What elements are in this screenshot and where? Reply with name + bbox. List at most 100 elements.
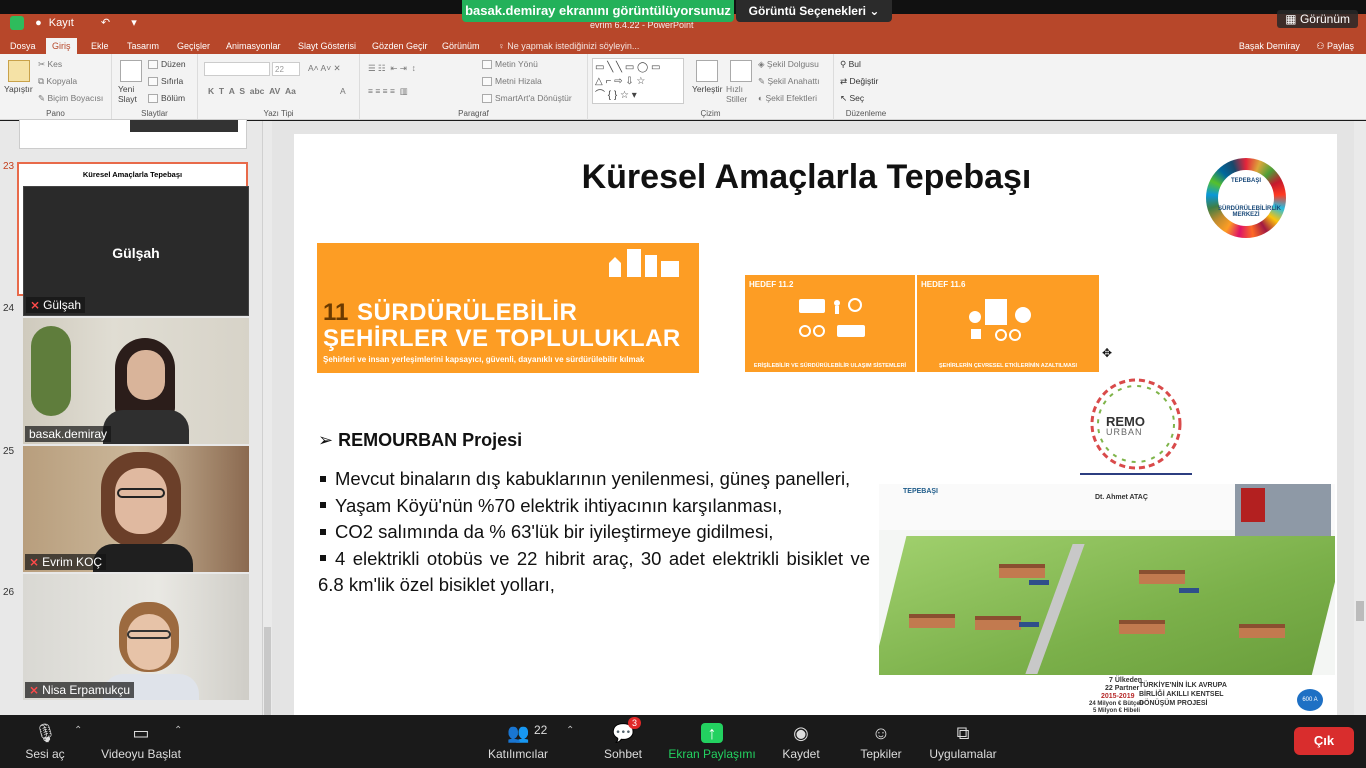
new-slide-button[interactable]: Yeni Slayt [118,84,148,104]
align-text-button[interactable]: Metni Hizala [482,76,542,87]
record-button[interactable]: ◉ Kaydet [778,715,824,768]
editor-scrollbar[interactable] [1354,121,1366,715]
video-tile[interactable]: basak.demiray [23,318,249,444]
thumbnail-slide-22[interactable] [19,119,247,149]
save-icon[interactable]: ● [35,17,42,29]
reactions-button[interactable]: ☺ Tepkiler [856,715,906,768]
video-tile[interactable]: Gülşah ⨯ Gülşah [23,186,249,316]
quick-access-label: Kayıt [48,17,74,29]
scrollbar-thumb[interactable] [1356,601,1364,621]
section-button[interactable]: Bölüm [148,93,185,104]
audio-options-caret[interactable]: ⌃ [74,725,82,736]
thumbnail-image [130,120,238,132]
slide-title[interactable]: Küresel Amaçlarla Tepebaşı [294,158,1319,197]
tab-home[interactable]: Giriş [46,38,77,54]
unmute-label: Sesi aç [25,747,65,761]
chat-button[interactable]: 💬 3 Sohbet [600,715,646,768]
sdg-number: 11 [323,299,349,326]
font-color-icon[interactable]: A [340,86,346,96]
video-tile[interactable]: ⨯ Nisa Erpamukçu [23,574,249,700]
list-icons[interactable]: ☰ ☷ ⇤ ⇥ ↕ [368,63,416,74]
shape-effects-button[interactable]: ◐ Şekil Efektleri [758,93,817,103]
apps-button[interactable]: ⧉ Uygulamalar [926,715,1000,768]
thumbnail-title: Küresel Amaçlarla Tepebaşı [82,170,183,179]
tab-review[interactable]: Gözden Geçir [366,40,434,52]
solar-panel [1179,588,1199,593]
slide-canvas[interactable]: Küresel Amaçlarla Tepebaşı TEPEBAŞI SÜRD… [294,134,1337,715]
bullet-list[interactable]: Mevcut binaların dış kabuklarının yenile… [318,466,870,599]
new-slide-icon[interactable] [120,60,142,82]
font-style-buttons[interactable]: K T A S abc AV Aa [208,86,296,96]
arrange-icon[interactable] [696,60,718,82]
cut-button[interactable]: ✂ Kes [38,59,62,70]
thumbnail-scrollbar[interactable] [262,121,272,715]
target-caption: ŞEHİRLERİN ÇEVRESEL ETKİLERİNİN AZALTILM… [938,363,1077,369]
font-family-select[interactable] [204,62,270,76]
record-label: Kaydet [782,747,820,761]
record-icon: ◉ [793,723,809,743]
search-icon: ⚲ [840,59,849,69]
text-direction-button[interactable]: Metin Yönü [482,59,538,70]
undo-icon[interactable]: ↶ [101,17,110,29]
shape-fill-button[interactable]: ◈ Şekil Dolgusu [758,59,819,70]
align-text-label: Metni Hizala [495,76,542,86]
paste-button[interactable]: Yapıştır [4,84,33,94]
quick-styles-button[interactable]: Hızlı Stiller [726,84,754,104]
dropdown-icon[interactable]: ▾ [131,17,137,29]
share-button[interactable]: ⚇ Paylaş [1316,41,1354,51]
find-button[interactable]: ⚲ Bul [840,59,861,70]
view-options-button[interactable]: Görüntü Seçenekleri ⌄ [736,0,892,22]
select-button[interactable]: ↖ Seç [840,93,864,104]
share-screen-button[interactable]: ↑ Ekran Paylaşımı [668,715,756,768]
shape-outline-button[interactable]: ✎ Şekil Anahattı [758,76,819,87]
fill-icon: ◈ [758,59,767,69]
tab-slideshow[interactable]: Slayt Gösterisi [292,40,362,52]
unmute-button[interactable]: 🎙 Sesi aç [22,715,68,768]
participants-button[interactable]: 👥 22 Katılımcılar [486,715,550,768]
leave-button[interactable]: Çık [1294,727,1354,755]
remo-subtitle: URBAN [1106,427,1143,437]
tab-transitions[interactable]: Geçişler [171,40,216,52]
apps-icon: ⧉ [956,723,970,743]
sdg-11-banner[interactable]: 11 SÜRDÜRÜLEBİLİR ŞEHİRLER VE TOPLULUKLA… [317,243,699,373]
participants-caret[interactable]: ⌃ [566,725,574,736]
person-icon: ⚇ [1316,41,1327,51]
arrange-button[interactable]: Yerleştir [692,84,722,94]
tab-insert[interactable]: Ekle [85,40,115,52]
scrollbar-thumb[interactable] [264,627,271,715]
video-tile[interactable]: ⨯ Evrim KOÇ [23,446,249,572]
view-button[interactable]: ▦ Görünüm [1277,10,1358,28]
format-painter-button[interactable]: ✎ Biçim Boyacısı [38,93,103,104]
group-label: Slaytlar [141,109,168,118]
plant-image [31,326,71,416]
target-11-6-card[interactable]: HEDEF 11.6 ŞEHİRLERİN ÇEVRESEL ETKİLERİN… [917,275,1099,372]
quick-styles-icon[interactable] [730,60,752,82]
participant-name-tag: ⨯ Evrim KOÇ [25,554,107,570]
building [975,616,1021,630]
font-grow-icon[interactable]: A˄ A˅ ✕ [308,63,341,74]
video-options-caret[interactable]: ⌃ [174,725,182,736]
project-heading[interactable]: ➢ REMOURBAN Projesi [318,430,522,451]
tab-file[interactable]: Dosya [4,40,42,52]
environment-icon [969,299,1031,341]
tell-me-search[interactable]: ♀ Ne yapmak istediğinizi söyleyin... [492,40,645,52]
reset-button[interactable]: Sıfırla [148,76,183,87]
tab-view[interactable]: Görünüm [436,40,486,52]
mic-muted-icon: ⨯ [29,683,40,697]
project-poster-image[interactable]: TEPEBAŞI Dt. Ahmet ATAÇ 7 Ülkeden 22 Par… [879,484,1335,715]
mouse-cursor: ✥ [1102,346,1113,360]
tab-animations[interactable]: Animasyonlar [220,40,287,52]
replace-button[interactable]: ⇄ Değiştir [840,76,878,87]
tab-design[interactable]: Tasarım [121,40,165,52]
smartart-button[interactable]: SmartArt'a Dönüştür [482,93,572,104]
target-11-2-card[interactable]: HEDEF 11.2 ERİŞİLEBİLİR VE SÜRDÜRÜLEBİLİ… [745,275,915,372]
building [909,614,955,628]
copy-button[interactable]: ⧉ Kopyala [38,76,77,87]
tepebasi-logo: TEPEBAŞI SÜRDÜRÜLEBİLİRLİK MERKEZİ [1206,158,1286,238]
layout-button[interactable]: Düzen [148,59,186,70]
start-video-button[interactable]: ▭ Videoyu Başlat [98,715,184,768]
font-size-select[interactable]: 22 [272,62,300,76]
shapes-gallery[interactable]: ▭ ╲ ╲ ▭ ◯ ▭ △ ⌐ ⇨ ⇩ ☆ ⌒ { } ☆ ▾ [592,58,684,104]
paste-icon[interactable] [8,60,30,82]
align-icons[interactable]: ≡ ≡ ≡ ≡ ▥ [368,86,408,97]
